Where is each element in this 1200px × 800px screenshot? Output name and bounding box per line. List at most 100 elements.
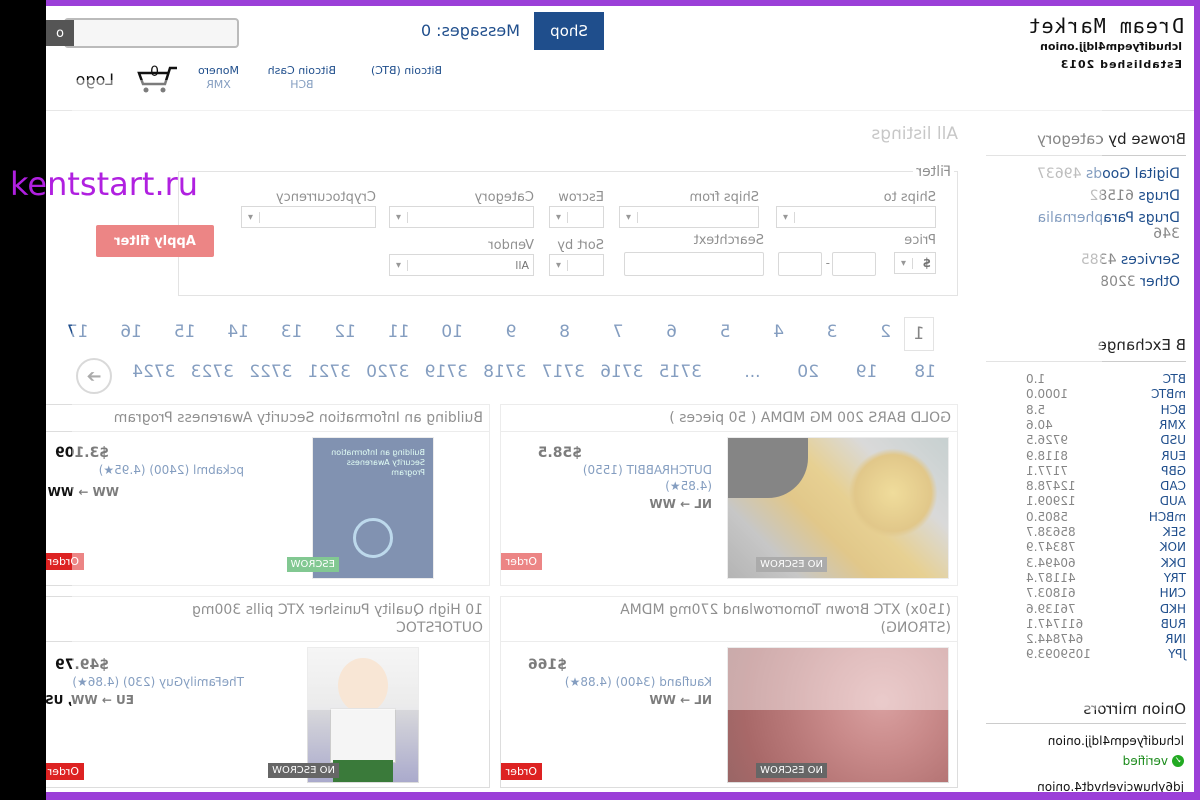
page-link[interactable]: 3723 [191,362,234,382]
exchange-row: XMR 40.6 [1026,418,1186,432]
listing-price: $58.5 [537,445,582,461]
page-link[interactable]: 3716 [600,362,643,382]
ships-to-select[interactable]: ▾ [776,206,936,228]
searchtext-label: Searchtext [693,233,764,248]
page-link[interactable]: 10 [441,322,463,342]
page-link[interactable]: 9 [506,322,517,342]
order-button[interactable]: Order [500,763,542,780]
page-link[interactable]: 3721 [308,362,351,382]
page-link[interactable]: 3717 [542,362,585,382]
cart-button[interactable]: 0 [129,64,179,94]
page-link[interactable]: 8 [559,322,570,342]
category-label[interactable]: Services [1121,252,1180,268]
mirror-link[interactable]: lchudifyeqm4ldjj.onion [1048,734,1184,748]
prev-page-button[interactable]: ➔ [76,358,112,394]
listing-seller[interactable]: pckabml (2400) (4.95★) [99,463,244,477]
page-link[interactable]: 3720 [366,362,409,382]
page-link[interactable]: 11 [388,322,410,342]
price-max-input[interactable] [778,252,822,276]
page-1-current[interactable]: 1 [904,317,934,351]
page-link[interactable]: 4 [773,322,784,342]
escrow-select[interactable]: ▾ [549,206,604,228]
page-link[interactable]: 3718 [483,362,526,382]
exchange-row: BTC 1.0 [1026,372,1186,386]
page-link[interactable]: 6 [666,322,677,342]
page-link[interactable]: 14 [227,322,249,342]
listing-title[interactable]: 10 High Quality Punisher XTC pills 300mg… [123,601,483,637]
page-link[interactable]: 17 [67,322,89,342]
page-link[interactable]: 12 [334,322,356,342]
sort-by-label: Sort by [557,238,604,253]
currency-bch[interactable]: Bitcoin Cash BCH [268,64,336,92]
listing-seller[interactable]: DUTCHRABBIT (1550) [583,463,712,477]
page-link[interactable]: 3 [827,322,838,342]
category-services[interactable]: Services 4385 [1081,252,1180,268]
listing-card[interactable]: GOLD BARS 200 MG MDMA ( 50 pieces ) NO E… [500,404,958,586]
cryptocurrency-select[interactable]: ▾ [241,206,376,228]
listing-card[interactable]: 10 High Quality Punisher XTC pills 300mg… [46,596,490,788]
exchange-row: JPY 1059093.9 [1026,647,1186,661]
listing-title[interactable]: Building an Information Security Awarene… [114,409,483,427]
exchange-code: HKD [1159,601,1186,616]
logout-link[interactable]: Logo [76,70,114,89]
ships-from-select[interactable]: ▾ [619,206,759,228]
page-link[interactable]: 13 [281,322,303,342]
price-currency-value: $ [922,256,931,270]
exchange-code: SEK [1162,525,1186,539]
page-link[interactable]: 3715 [659,362,702,382]
price-min-input[interactable] [832,252,876,276]
search-input[interactable] [64,18,239,48]
listing-card[interactable]: Building an Information Security Awarene… [46,404,490,586]
order-button[interactable]: Order [46,553,84,570]
listing-price: $49.79 [54,657,109,673]
exchange-code: NOK [1159,540,1186,555]
messages-link[interactable]: Messages: 0 [421,21,520,40]
category-label[interactable]: Drugs [1138,188,1180,204]
page-ellipsis: ... [744,362,761,382]
category-label[interactable]: Drugs Paraphernalia [1038,210,1180,226]
page-link[interactable]: 3719 [425,362,468,382]
page-link[interactable]: 7 [613,322,624,342]
searchtext-input[interactable] [624,252,764,276]
category-select[interactable]: ▾ [389,206,534,228]
vendor-select[interactable]: All ▾ [389,254,534,276]
frame-border-right [1194,0,1200,800]
category-drugs[interactable]: Drugs 61582 [1089,188,1180,204]
listing-title[interactable]: GOLD BARS 200 MG MDMA ( 50 pieces ) [669,409,951,427]
page-link[interactable]: 5 [720,322,731,342]
chevron-down-icon: ▾ [550,211,568,223]
site-title[interactable]: Dream Market [1028,14,1185,38]
category-digital-goods[interactable]: Digital Goods 49637 [1037,166,1180,182]
page-link[interactable]: 19 [856,362,878,382]
page-link[interactable]: 3724 [132,362,175,382]
sort-by-select[interactable]: ▾ [549,254,604,276]
order-button[interactable]: Order [500,553,542,570]
listing-seller[interactable]: TheFamilyGuy (230) (4.86★) [72,675,244,689]
category-label[interactable]: Other [1140,274,1180,290]
page-link[interactable]: 18 [914,362,936,382]
currency-btc[interactable]: Bitcoin (BTC) [371,64,442,78]
category-drugs-paraphernalia[interactable]: Drugs Paraphernalia 346 [980,210,1180,242]
order-button[interactable]: Order [46,763,84,780]
exchange-value: 9726.5 [1026,433,1068,448]
mirror-link[interactable]: jd6yhuwcivehvdt4.onion [1037,780,1184,792]
page-link[interactable]: 15 [174,322,196,342]
page-link[interactable]: 20 [797,362,819,382]
exchange-code: DKK [1161,555,1186,570]
listing-card[interactable]: (150x) XTC Brown Tomorrowland 270mg MDMA… [500,596,958,788]
price-currency-select[interactable]: $ ▾ [894,252,936,274]
page-link[interactable]: 16 [120,322,142,342]
category-count: 346 [1153,226,1180,242]
shop-button[interactable]: Shop [534,12,604,50]
category-count: 61582 [1089,188,1134,204]
currency-xmr[interactable]: Monero XMR [198,64,239,92]
category-label[interactable]: Digital Goods [1086,166,1180,182]
search-button[interactable]: o [46,20,74,46]
listing-seller[interactable]: Kaufland (3400) (4.88★) [565,675,712,689]
category-other[interactable]: Other 3208 [1100,274,1180,290]
listing-title[interactable]: (150x) XTC Brown Tomorrowland 270mg MDMA… [551,601,951,637]
apply-filter-button[interactable]: Apply filter [96,225,214,257]
browse-title: Browse by category [1037,130,1186,148]
page-link[interactable]: 3722 [249,362,292,382]
page-link[interactable]: 2 [880,322,891,342]
